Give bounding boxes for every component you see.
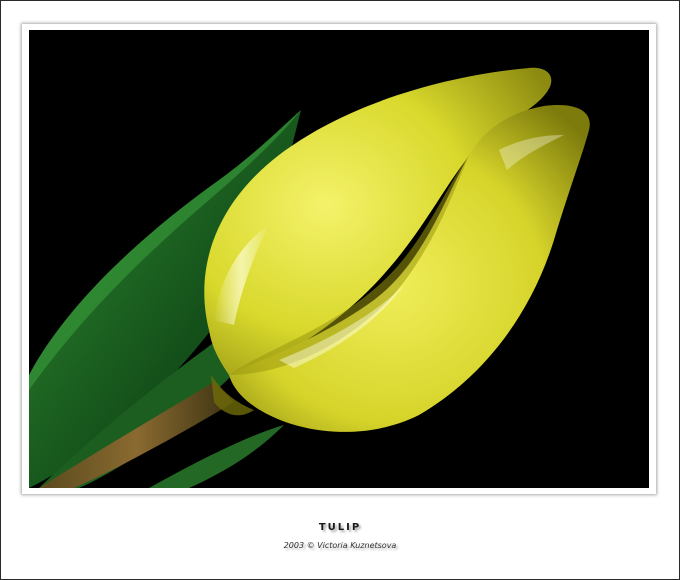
tulip-photo — [29, 30, 649, 488]
tulip-illustration — [29, 30, 649, 488]
photo-title: TULIP — [318, 522, 362, 533]
photo-credit: 2003 © Victoria Kuznetsova — [283, 541, 397, 550]
photo-frame — [22, 24, 656, 494]
